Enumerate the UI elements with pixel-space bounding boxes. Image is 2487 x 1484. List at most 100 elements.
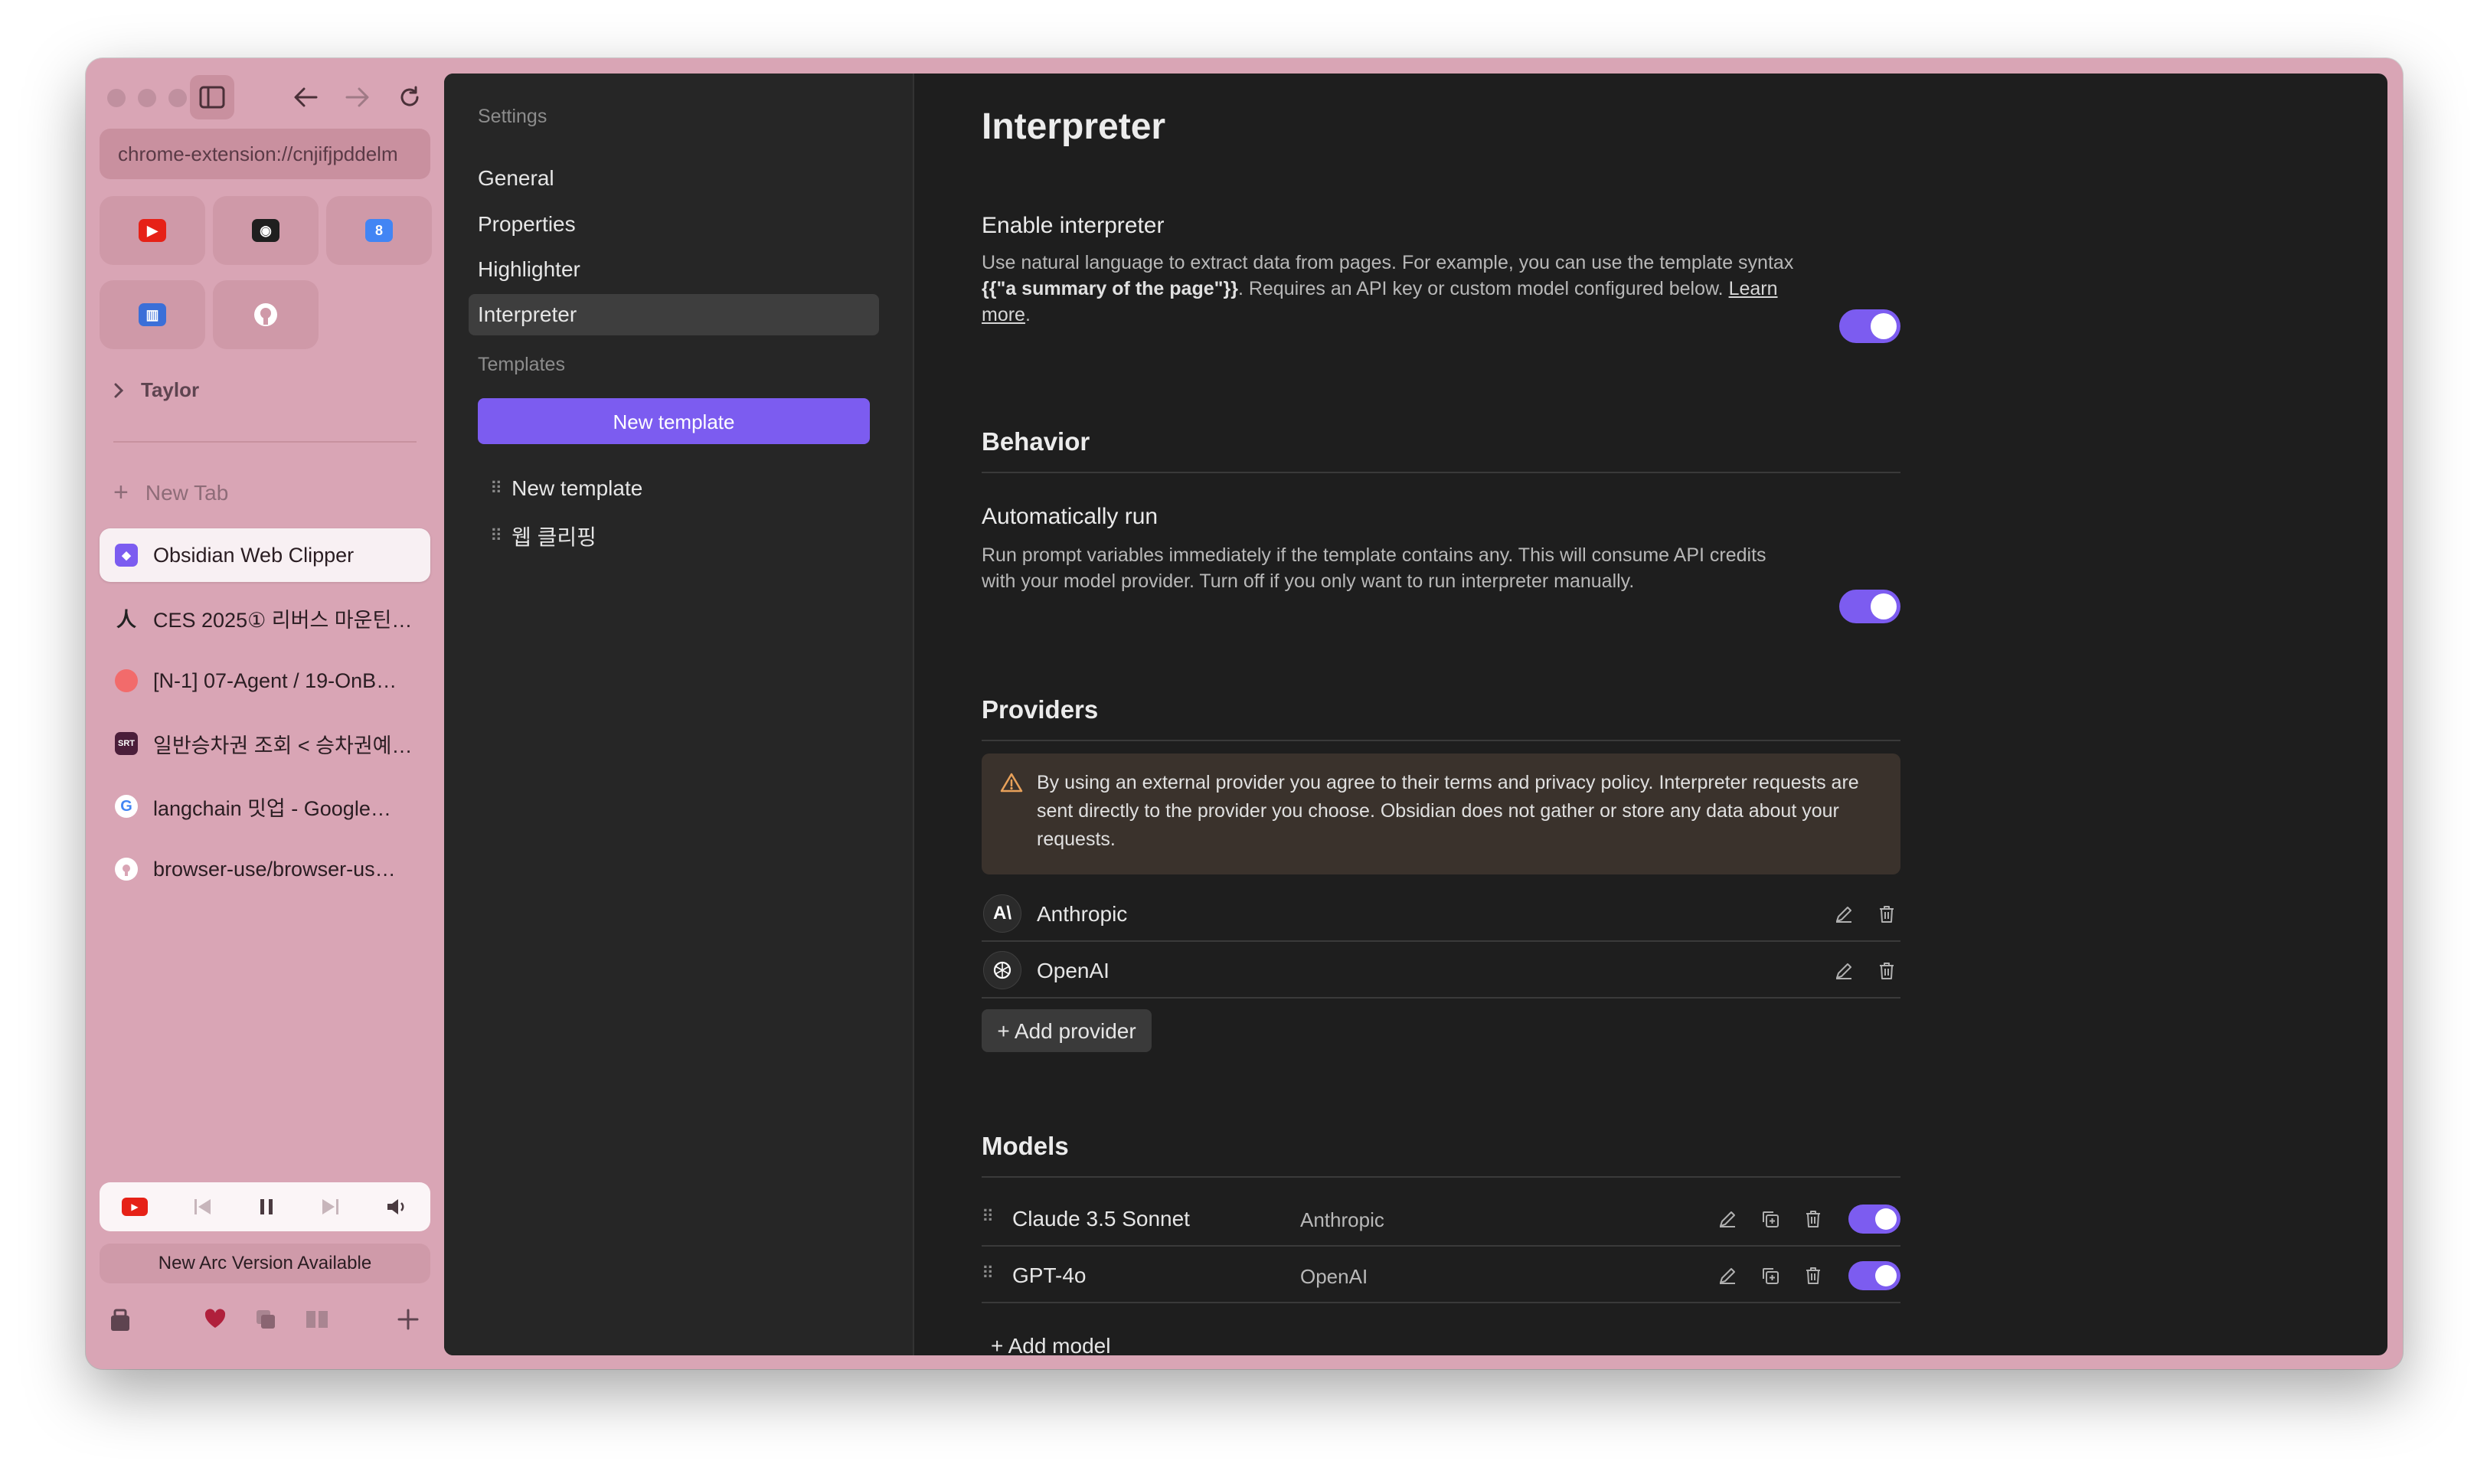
nav-item-properties[interactable]: Properties — [469, 204, 879, 245]
pinned-tool[interactable]: ▥ — [100, 280, 205, 349]
new-template-button[interactable]: New template — [478, 398, 870, 444]
youtube-icon: ▶ — [139, 219, 166, 242]
tab-title: [N-1] 07-Agent / 19-OnB… — [153, 668, 397, 692]
media-player: ▶ — [100, 1182, 430, 1231]
pencil-icon — [1720, 1211, 1735, 1227]
sidebar-icon — [199, 86, 225, 109]
library-icon[interactable] — [305, 1308, 329, 1329]
reload-button[interactable] — [387, 75, 432, 119]
delete-model-button[interactable] — [1801, 1207, 1825, 1231]
sidebar-tab-ces[interactable]: ⼈ CES 2025① 리버스 마운틴… — [100, 591, 430, 645]
minimize-window-button[interactable] — [138, 89, 156, 107]
template-item[interactable]: ⠿ New template — [490, 476, 642, 501]
pinned-app[interactable]: ◉ — [213, 196, 319, 265]
chevron-right-icon — [114, 383, 124, 397]
trash-icon — [1880, 963, 1894, 979]
drag-handle-icon[interactable]: ⠿ — [490, 526, 502, 546]
notice-text: By using an external provider you agree … — [1037, 772, 1859, 850]
window-controls — [107, 89, 187, 107]
toggle-sidebar-button[interactable] — [190, 75, 234, 119]
new-tab-button[interactable]: + New Tab — [113, 478, 228, 508]
sidebar-tab-google[interactable]: G langchain 밋업 - Google… — [100, 780, 430, 833]
trash-icon — [1806, 1211, 1820, 1227]
template-label: 웹 클리핑 — [511, 525, 596, 549]
google-icon: G — [115, 795, 138, 818]
arc-update-notice[interactable]: New Arc Version Available — [100, 1244, 430, 1283]
forward-button[interactable] — [335, 75, 380, 119]
sidebar-folder-taylor[interactable]: Taylor — [113, 378, 199, 402]
auto-run-toggle[interactable] — [1839, 590, 1900, 623]
nav-item-highlighter[interactable]: Highlighter — [469, 249, 879, 290]
copy-icon — [1763, 1268, 1779, 1284]
pause-icon[interactable] — [258, 1197, 275, 1217]
back-button[interactable] — [283, 75, 328, 119]
warning-icon — [1000, 773, 1023, 793]
sidebar-tab-srt[interactable]: SRT 일반승차권 조회 < 승차권예… — [100, 717, 430, 770]
provider-terms-notice: By using an external provider you agree … — [982, 753, 1900, 874]
github-icon — [115, 858, 138, 881]
providers-heading: Providers — [982, 695, 1099, 724]
enable-interpreter-toggle[interactable] — [1839, 309, 1900, 343]
openai-logo-icon — [983, 951, 1021, 989]
volume-icon[interactable] — [385, 1197, 408, 1217]
add-provider-button[interactable]: + Add provider — [982, 1009, 1152, 1052]
duplicate-model-button[interactable] — [1758, 1263, 1783, 1288]
drag-handle-icon[interactable]: ⠿ — [490, 479, 502, 498]
duplicate-model-button[interactable] — [1758, 1207, 1783, 1231]
spaces-icon[interactable] — [254, 1308, 277, 1331]
edit-model-button[interactable] — [1715, 1207, 1740, 1231]
arrow-left-icon — [294, 87, 318, 107]
model-provider: OpenAI — [1300, 1265, 1368, 1288]
edit-provider-button[interactable] — [1832, 902, 1856, 927]
drag-handle-icon[interactable]: ⠿ — [982, 1207, 994, 1227]
heart-icon[interactable] — [204, 1308, 227, 1329]
sidebar-bottom-bar — [109, 1308, 423, 1342]
pencil-icon — [1720, 1268, 1735, 1284]
archive-icon[interactable] — [109, 1308, 132, 1332]
model-enabled-toggle[interactable] — [1848, 1261, 1900, 1290]
reload-icon — [400, 86, 419, 106]
tab-title: 일반승차권 조회 < 승차권예… — [153, 734, 413, 757]
tab-title: langchain 밋업 - Google… — [153, 796, 391, 820]
plus-icon[interactable] — [397, 1308, 420, 1331]
sidebar-tab-github[interactable]: browser-use/browser-us… — [100, 842, 430, 896]
add-model-button[interactable]: + Add model — [991, 1334, 1110, 1355]
youtube-icon: ▶ — [122, 1198, 148, 1216]
sidebar-tab-obsidian-web-clipper[interactable]: ◆ Obsidian Web Clipper — [100, 528, 430, 582]
nav-item-interpreter[interactable]: Interpreter — [469, 294, 879, 335]
next-track-icon[interactable] — [319, 1197, 341, 1217]
zoom-window-button[interactable] — [168, 89, 187, 107]
tab-title: Obsidian Web Clipper — [153, 543, 355, 567]
pinned-calendar[interactable]: 8 — [326, 196, 432, 265]
template-label: New template — [511, 476, 643, 500]
trash-icon — [1880, 906, 1894, 923]
pinned-github[interactable] — [213, 280, 319, 349]
drag-handle-icon[interactable]: ⠿ — [982, 1263, 994, 1283]
edit-model-button[interactable] — [1715, 1263, 1740, 1288]
new-tab-label: New Tab — [145, 480, 229, 505]
calendar-icon: 8 — [365, 219, 393, 242]
anthropic-logo-icon: A\ — [983, 894, 1021, 933]
url-bar[interactable]: chrome-extension://cnjifjpddelm — [100, 129, 430, 179]
model-enabled-toggle[interactable] — [1848, 1205, 1900, 1234]
delete-model-button[interactable] — [1801, 1263, 1825, 1288]
settings-nav: Settings General Properties Highlighter … — [444, 74, 914, 1355]
delete-provider-button[interactable] — [1874, 959, 1899, 983]
auto-run-description: Run prompt variables immediately if the … — [982, 544, 1766, 592]
nav-item-general[interactable]: General — [469, 158, 879, 199]
sidebar-tab-agent[interactable]: [N-1] 07-Agent / 19-OnB… — [100, 654, 430, 708]
edit-provider-button[interactable] — [1832, 959, 1856, 983]
provider-row: OpenAI — [982, 943, 1900, 999]
delete-provider-button[interactable] — [1874, 902, 1899, 927]
pencil-icon — [1836, 963, 1851, 979]
person-icon: ⼈ — [116, 607, 136, 631]
section-divider — [982, 472, 1900, 473]
pencil-icon — [1836, 907, 1851, 923]
previous-track-icon[interactable] — [192, 1197, 214, 1217]
close-window-button[interactable] — [107, 89, 126, 107]
document-icon: ▥ — [139, 303, 166, 326]
model-row: ⠿ GPT-4o OpenAI — [982, 1248, 1900, 1303]
models-heading: Models — [982, 1132, 1069, 1160]
template-item[interactable]: ⠿ 웹 클리핑 — [490, 521, 596, 551]
pinned-youtube[interactable]: ▶ — [100, 196, 205, 265]
